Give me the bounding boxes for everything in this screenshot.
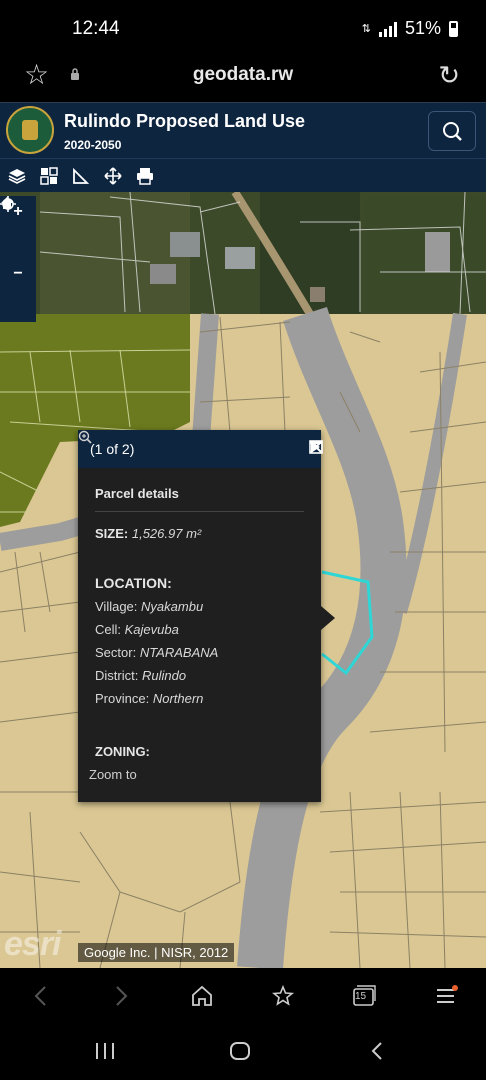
district-row: District: Rulindo xyxy=(95,668,304,683)
bookmarks-button[interactable] xyxy=(268,980,300,1012)
app-header: Rulindo Proposed Land Use 2020-2050 xyxy=(0,102,486,158)
system-back-icon[interactable] xyxy=(370,1041,384,1061)
home-button[interactable] xyxy=(0,197,36,258)
basemap-gallery-icon[interactable] xyxy=(38,165,60,187)
map-navigation-controls: + − xyxy=(0,196,36,322)
road-east xyxy=(393,312,467,614)
url-text[interactable]: geodata.rw xyxy=(0,64,486,86)
status-icons: ⇅ 51% xyxy=(362,18,458,39)
status-time: 12:44 xyxy=(72,18,120,39)
province-value: Northern xyxy=(152,691,204,706)
zoom-to-icon xyxy=(78,430,92,444)
chevron-left-icon xyxy=(34,986,46,1006)
bookmark-star-list-icon xyxy=(272,985,295,1006)
district-label: District: xyxy=(95,668,139,683)
popup-feature-count: (1 of 2) xyxy=(90,441,135,457)
search-icon xyxy=(443,122,462,141)
province-label: Province: xyxy=(95,691,150,706)
home-pill-icon[interactable] xyxy=(229,1041,251,1061)
close-icon[interactable] xyxy=(309,440,323,454)
search-button[interactable] xyxy=(428,111,476,151)
tab-count: 15 xyxy=(355,991,367,1002)
cell-value: Kajevuba xyxy=(124,622,179,637)
status-bar: 12:44 ⇅ 51% xyxy=(0,0,486,56)
browser-bottom-nav: 15 xyxy=(0,968,486,1024)
zoning-heading: ZONING: xyxy=(95,744,150,759)
battery-level: 51% xyxy=(404,18,441,38)
village-label: Village: xyxy=(95,599,138,614)
map-toolbar xyxy=(0,158,486,192)
app-subtitle: 2020-2050 xyxy=(64,138,122,152)
home-page-button[interactable] xyxy=(186,980,218,1012)
sector-value: NTARABANA xyxy=(139,645,219,660)
reload-icon[interactable]: ↻ xyxy=(438,60,460,91)
map-view[interactable]: + − esri Google Inc. | NISR, 2012 (1 of … xyxy=(0,192,486,968)
district-value: Rulindo xyxy=(141,668,187,683)
locate-button[interactable] xyxy=(0,196,36,320)
tabs-button[interactable]: 15 xyxy=(348,980,380,1012)
parcel-popup: (1 of 2) Parcel details SIZE: 1,526.97 m… xyxy=(78,430,323,802)
province-row: Province: Northern xyxy=(95,691,304,706)
esri-logo: esri xyxy=(4,925,61,963)
move-icon[interactable] xyxy=(102,165,124,187)
village-value: Nyakambu xyxy=(141,599,204,614)
forward-button[interactable] xyxy=(106,980,138,1012)
cell-row: Cell: Kajevuba xyxy=(95,622,304,637)
zoom-to-link[interactable]: Zoom to xyxy=(78,430,304,782)
popup-header: (1 of 2) xyxy=(78,430,323,468)
print-icon[interactable] xyxy=(134,165,156,187)
menu-button[interactable] xyxy=(430,980,462,1012)
popup-pointer xyxy=(321,606,335,630)
measure-icon[interactable] xyxy=(70,165,92,187)
back-button[interactable] xyxy=(24,980,56,1012)
sector-row: Sector: NTARABANA xyxy=(95,645,304,660)
browser-url-bar: ☆ geodata.rw ↻ xyxy=(0,56,486,102)
home-outline-icon xyxy=(192,985,212,1006)
system-navigation-bar xyxy=(0,1024,486,1080)
menu-icon xyxy=(437,985,458,1003)
cell-label: Cell: xyxy=(95,622,122,637)
app-title: Rulindo Proposed Land Use xyxy=(64,111,306,131)
zoom-out-button[interactable]: − xyxy=(0,258,36,289)
village-row: Village: Nyakambu xyxy=(95,599,304,614)
coat-of-arms-logo xyxy=(6,106,54,154)
battery-icon xyxy=(449,20,458,37)
location-heading: LOCATION: xyxy=(95,575,172,591)
locate-icon xyxy=(0,196,16,212)
signal-icon xyxy=(378,21,397,37)
popup-body: Parcel details SIZE: 1,526.97 m² LOCATIO… xyxy=(78,430,321,782)
chevron-right-icon xyxy=(116,986,128,1006)
size-value: 1,526.97 m² xyxy=(131,526,202,541)
size-label: SIZE: xyxy=(95,526,129,541)
sector-label: Sector: xyxy=(95,645,137,660)
map-attribution: Google Inc. | NISR, 2012 xyxy=(78,943,235,962)
data-icon: ⇅ xyxy=(361,22,371,35)
zoom-to-label: Zoom to xyxy=(89,767,137,782)
popup-title: Parcel details xyxy=(95,486,304,512)
size-row: SIZE: 1,526.97 m² xyxy=(95,526,304,541)
layers-icon[interactable] xyxy=(6,165,28,187)
recent-apps-icon[interactable] xyxy=(94,1042,116,1060)
